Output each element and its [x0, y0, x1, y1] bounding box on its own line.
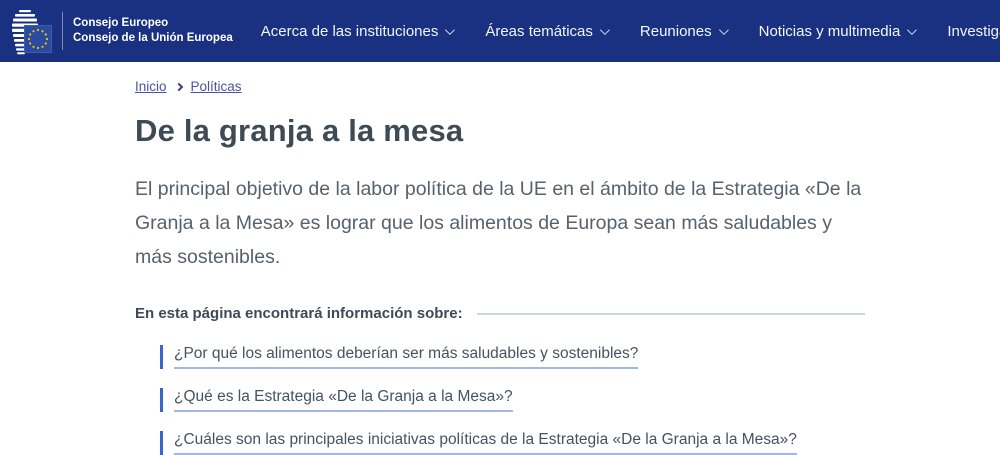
breadcrumb-separator-icon [174, 82, 182, 90]
toc-accent-bar [160, 388, 163, 412]
breadcrumb-link-inicio[interactable]: Inicio [135, 79, 167, 94]
site-name: Consejo Europeo Consejo de la Unión Euro… [73, 16, 233, 46]
toc-accent-bar [160, 431, 163, 455]
logo-divider [62, 12, 63, 50]
breadcrumb-link-politicas[interactable]: Políticas [191, 79, 242, 94]
nav-item-label: Áreas temáticas [485, 23, 593, 40]
nav-item-label: Acerca de las instituciones [261, 23, 439, 40]
page-title: De la granja a la mesa [135, 113, 865, 149]
main-content: Inicio Políticas De la granja a la mesa … [135, 79, 865, 455]
toc-divider [477, 313, 865, 315]
toc-list: ¿Por qué los alimentos deberían ser más … [160, 345, 865, 455]
chevron-down-icon [445, 25, 455, 35]
eu-flag-icon [24, 25, 52, 53]
council-logo[interactable]: Consejo Europeo Consejo de la Unión Euro… [8, 5, 233, 57]
toc-label: En esta página encontrará información so… [135, 305, 463, 322]
top-navigation-bar: Consejo Europeo Consejo de la Unión Euro… [0, 0, 1000, 62]
toc-link-saludables[interactable]: ¿Por qué los alimentos deberían ser más … [174, 345, 638, 369]
nav-item-investigacion[interactable]: Investigación y publicaciones [947, 23, 1000, 40]
list-item: ¿Cuáles son las principales iniciativas … [160, 431, 865, 455]
list-item: ¿Por qué los alimentos deberían ser más … [160, 345, 865, 369]
chevron-down-icon [600, 25, 610, 35]
breadcrumb: Inicio Políticas [135, 79, 865, 94]
toc-link-iniciativas[interactable]: ¿Cuáles son las principales iniciativas … [174, 431, 797, 455]
site-name-line2: Consejo de la Unión Europea [73, 31, 233, 46]
site-name-line1: Consejo Europeo [73, 16, 233, 31]
main-nav: Acerca de las instituciones Áreas temáti… [261, 23, 1000, 40]
intro-paragraph: El principal objetivo de la labor políti… [135, 172, 865, 274]
council-logo-mark [8, 5, 56, 57]
chevron-down-icon [907, 25, 917, 35]
nav-item-reuniones[interactable]: Reuniones [640, 23, 726, 40]
toc-link-que-es-estrategia[interactable]: ¿Qué es la Estrategia «De la Granja a la… [174, 388, 513, 412]
toc-accent-bar [160, 345, 163, 369]
chevron-down-icon [719, 25, 729, 35]
nav-item-areas-tematicas[interactable]: Áreas temáticas [485, 23, 607, 40]
nav-item-noticias[interactable]: Noticias y multimedia [759, 23, 915, 40]
nav-item-label: Investigación y publicaciones [947, 23, 1000, 40]
nav-item-label: Noticias y multimedia [759, 23, 901, 40]
list-item: ¿Qué es la Estrategia «De la Granja a la… [160, 388, 865, 412]
nav-item-label: Reuniones [640, 23, 712, 40]
nav-item-instituciones[interactable]: Acerca de las instituciones [261, 23, 453, 40]
toc-header: En esta página encontrará información so… [135, 305, 865, 322]
